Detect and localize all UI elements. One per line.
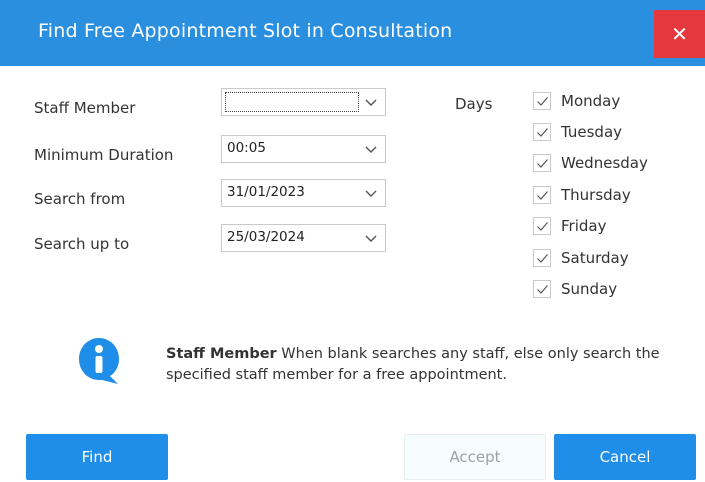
day-checkbox-wednesday[interactable]: Wednesday [533,152,648,174]
day-checkbox-sunday[interactable]: Sunday [533,278,617,300]
day-checkbox-tuesday[interactable]: Tuesday [533,121,622,143]
checkmark-icon [537,191,548,200]
minimum-duration-label: Minimum Duration [34,146,174,164]
day-label-friday: Friday [561,217,607,235]
staff-member-combo[interactable] [221,88,386,116]
day-label-wednesday: Wednesday [561,154,648,172]
day-label-tuesday: Tuesday [561,123,623,141]
info-message: Staff Member When blank searches any sta… [166,344,666,386]
checkmark-icon [537,128,548,137]
days-label: Days [455,95,493,113]
info-icon [79,338,119,384]
minimum-duration-combo[interactable]: 00:05 [221,135,386,163]
day-checkbox-saturday[interactable]: Saturday [533,247,629,269]
search-from-value: 31/01/2023 [227,184,305,200]
info-title: Staff Member [166,346,277,362]
search-from-date[interactable]: 31/01/2023 [221,179,386,207]
day-checkbox-monday[interactable]: Monday [533,90,620,112]
checkbox[interactable] [533,186,551,204]
checkmark-icon [537,254,548,263]
checkbox[interactable] [533,217,551,235]
chevron-down-icon[interactable] [364,95,378,109]
day-checkbox-friday[interactable]: Friday [533,215,606,237]
chevron-down-icon[interactable] [364,231,378,245]
search-up-to-value: 25/03/2024 [227,229,305,245]
checkbox[interactable] [533,280,551,298]
chevron-down-icon[interactable] [364,142,378,156]
find-button[interactable]: Find [26,434,168,480]
search-from-label: Search from [34,190,126,208]
title-bar: Find Free Appointment Slot in Consultati… [0,0,705,66]
accept-button[interactable]: Accept [404,434,546,480]
day-label-thursday: Thursday [561,186,631,204]
checkmark-icon [537,159,548,168]
minimum-duration-value: 00:05 [227,140,266,156]
checkmark-icon [537,222,548,231]
checkmark-icon [537,97,548,106]
staff-member-label: Staff Member [34,99,136,117]
day-label-monday: Monday [561,92,621,110]
window-title: Find Free Appointment Slot in Consultati… [38,20,453,42]
checkbox[interactable] [533,92,551,110]
search-up-to-label: Search up to [34,235,130,253]
checkbox[interactable] [533,123,551,141]
focus-indicator [225,92,359,112]
checkbox[interactable] [533,249,551,267]
day-label-saturday: Saturday [561,249,629,267]
search-up-to-date[interactable]: 25/03/2024 [221,224,386,252]
close-icon: ✕ [671,22,688,46]
day-label-sunday: Sunday [561,280,618,298]
day-checkbox-thursday[interactable]: Thursday [533,184,631,206]
checkmark-icon [537,285,548,294]
close-button[interactable]: ✕ [654,10,705,58]
cancel-button[interactable]: Cancel [554,434,696,480]
checkbox[interactable] [533,154,551,172]
chevron-down-icon[interactable] [364,186,378,200]
